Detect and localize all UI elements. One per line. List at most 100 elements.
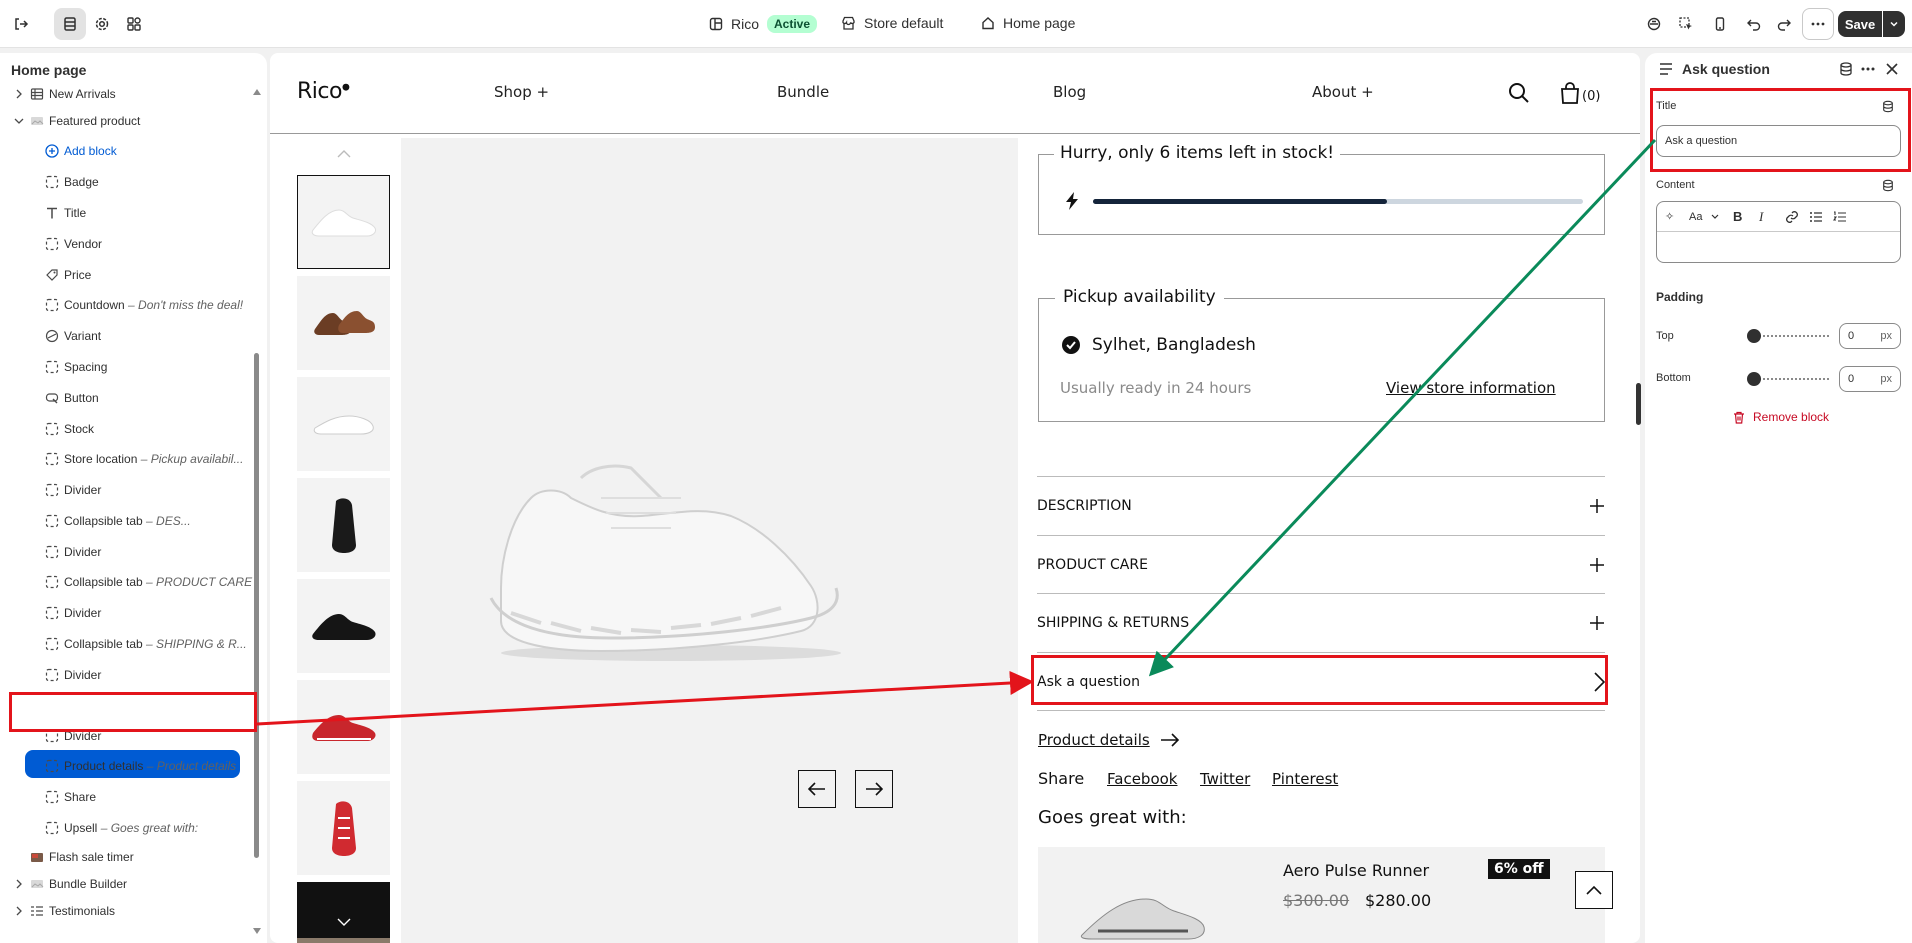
italic-icon[interactable]: I [1759,209,1785,225]
chevron-right-icon[interactable] [14,906,24,916]
save-options-chevron-down-icon[interactable] [1883,11,1905,37]
nav-link-shop[interactable]: Shop + [494,83,549,101]
sidebar-section[interactable]: New Arrivals [0,79,255,109]
sidebar-section[interactable]: Flash sale timer [0,842,255,872]
sidebar-block[interactable]: Divider [0,475,255,505]
sidebar-block[interactable]: Upsell – Goes great with: [0,813,255,843]
undo-icon[interactable] [1738,8,1770,40]
view-store-link[interactable]: View store information [1386,379,1556,397]
accordion-description[interactable]: DESCRIPTION [1037,476,1605,535]
text-style-icon[interactable]: Aa [1689,211,1711,223]
sidebar-block[interactable]: Price [0,260,255,290]
template-selector[interactable]: Store default [841,15,943,31]
sidebar-block[interactable]: Badge [0,167,255,197]
sidebar-block[interactable]: Product details – Product details [0,751,255,781]
chevron-down-icon[interactable] [1711,214,1719,220]
share-pinterest-link[interactable]: Pinterest [1272,770,1338,788]
sidebar-block[interactable]: Divider [0,660,255,690]
page-selector[interactable]: Home page [981,15,1075,31]
more-actions-icon[interactable] [1802,8,1834,40]
thumbs-up-chevron-icon[interactable] [337,150,351,158]
sidebar-section[interactable]: Testimonials [0,896,255,926]
close-icon[interactable] [1886,63,1898,75]
sidebar-block[interactable]: Countdown – Don't miss the deal! [0,290,255,320]
sidebar-block[interactable]: Store location – Pickup availabil... [0,444,255,474]
share-facebook-link[interactable]: Facebook [1107,770,1177,788]
select-element-icon[interactable] [1670,8,1702,40]
thumbnail-6[interactable] [297,680,390,774]
dynamic-source-icon[interactable] [1839,62,1853,76]
sidebar-block[interactable]: Add block [0,136,255,166]
thumbnail-3[interactable] [297,377,390,471]
chevron-down-icon[interactable] [14,116,24,126]
upsell-card[interactable]: Aero Pulse Runner $300.00 $280.00 6% off [1038,847,1605,943]
sidebar-block[interactable]: Share [0,782,255,812]
thumbnail-1[interactable] [297,175,390,269]
nav-link-blog[interactable]: Blog [1053,83,1086,101]
remove-block-button[interactable]: Remove block [1733,410,1829,424]
sidebar-block[interactable]: Collapsible tab – DES... [0,506,255,536]
padding-bottom-slider[interactable] [1751,378,1831,380]
padding-top-slider-thumb[interactable] [1747,329,1761,343]
preview-scrollbar[interactable] [1636,383,1641,425]
content-rich-text-editor[interactable]: ✧ Aa B I [1656,201,1901,263]
mobile-preview-icon[interactable] [1704,8,1736,40]
chevron-right-icon[interactable] [14,89,24,99]
store-logo[interactable]: Rico● [297,79,350,104]
save-button[interactable]: Save [1838,11,1882,37]
bullet-list-icon[interactable] [1809,211,1823,223]
nav-link-about[interactable]: About + [1312,83,1374,101]
thumbnail-4[interactable] [297,478,390,572]
accordion-shipping-returns[interactable]: SHIPPING & RETURNS [1037,593,1605,652]
prev-image-button[interactable] [798,770,836,808]
sidebar-section[interactable]: Featured product [0,106,255,136]
sidebar-block[interactable]: Divider [0,598,255,628]
thumbnail-2[interactable] [297,276,390,370]
sidebar-block[interactable]: Divider [0,537,255,567]
inspector-icon[interactable] [1638,8,1670,40]
chevron-right-icon[interactable] [14,879,24,889]
sidebar-block[interactable]: Vendor [0,229,255,259]
next-image-button[interactable] [855,770,893,808]
apps-icon[interactable] [118,8,150,40]
thumbnail-8[interactable] [297,882,390,943]
padding-bottom-input[interactable]: 0 px [1839,366,1901,392]
cart-button[interactable]: (0) [1560,82,1600,104]
back-to-top-button[interactable] [1575,871,1613,909]
product-main-image[interactable] [401,138,1018,943]
ai-sparkle-icon[interactable]: ✧ [1665,210,1689,223]
upsell-name[interactable]: Aero Pulse Runner [1283,861,1429,880]
padding-top-slider[interactable] [1751,335,1831,337]
exit-icon[interactable] [5,8,37,40]
sidebar-block[interactable]: Collapsible tab – SHIPPING & R... [0,629,255,659]
sidebar-item-label: Divider [64,606,102,620]
thumbnail-5[interactable] [297,579,390,673]
accordion-product-care[interactable]: PRODUCT CARE [1037,535,1605,594]
sidebar-block[interactable]: Stock [0,414,255,444]
redo-icon[interactable] [1768,8,1800,40]
product-details-link[interactable]: Product details [1038,731,1180,749]
connect-source-icon[interactable] [1882,179,1894,192]
thumbnail-7[interactable] [297,781,390,875]
settings-gear-icon[interactable] [86,8,118,40]
sidebar-block[interactable]: Title [0,198,255,228]
sections-icon[interactable] [54,8,86,40]
sidebar-block[interactable]: Variant [0,321,255,351]
numbered-list-icon[interactable] [1833,210,1847,223]
theme-selector[interactable]: Rico Active [709,15,818,33]
sidebar-block[interactable]: Spacing [0,352,255,382]
thumbs-down-chevron-icon[interactable] [337,918,351,926]
sidebar-block[interactable]: Button [0,383,255,413]
scroll-down-icon[interactable] [252,927,262,935]
sidebar-block[interactable]: Collapsible tab – PRODUCT CARE [0,567,255,597]
share-twitter-link[interactable]: Twitter [1200,770,1250,788]
more-options-icon[interactable] [1861,67,1875,71]
sidebar-scrollbar[interactable] [254,353,259,858]
padding-bottom-slider-thumb[interactable] [1747,372,1761,386]
nav-link-bundle[interactable]: Bundle [777,83,829,101]
sidebar-section[interactable]: Bundle Builder [0,869,255,899]
padding-top-input[interactable]: 0 px [1839,323,1901,349]
bold-icon[interactable]: B [1733,209,1759,224]
link-icon[interactable] [1785,210,1799,224]
search-icon[interactable] [1508,82,1530,104]
